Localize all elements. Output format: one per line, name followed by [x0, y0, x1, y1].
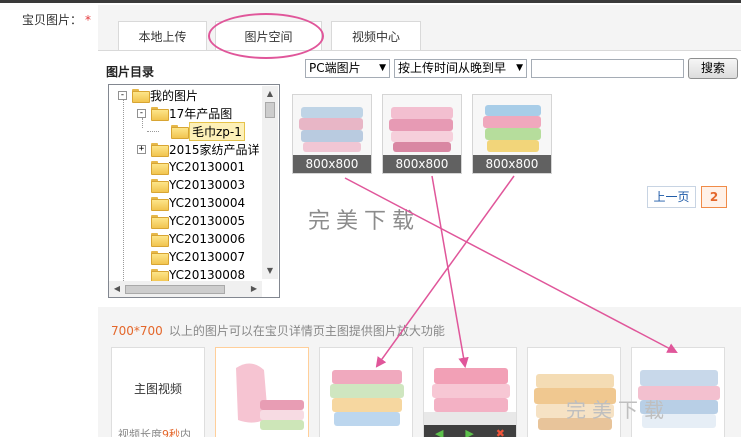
tree-item-2015-home-textile[interactable]: + 2015家纺产品详 — [137, 140, 260, 158]
tree-guide-line — [147, 131, 159, 132]
sort-select[interactable]: 按上传时间从晚到早 ▼ — [394, 59, 527, 78]
required-mark: * — [85, 13, 92, 27]
search-button[interactable]: 搜索 — [688, 58, 738, 79]
tree-vertical-scrollbar[interactable]: ▲ ▼ — [262, 86, 278, 279]
tree-item-label: 我的图片 — [150, 88, 199, 103]
tree-item-label: 毛巾zp-1 — [189, 121, 245, 141]
tree-item-17-products[interactable]: - 17年产品图 — [137, 104, 232, 122]
folder-icon — [151, 197, 169, 211]
highlight-ellipse — [208, 13, 324, 59]
collapse-icon[interactable]: - — [137, 108, 146, 118]
image-size-caption: 800x800 — [293, 155, 371, 173]
field-label: 宝贝图片： * — [22, 11, 91, 28]
towel-image — [330, 370, 404, 426]
scroll-down-icon[interactable]: ▼ — [262, 263, 278, 279]
search-input[interactable] — [531, 59, 684, 78]
top-border — [0, 0, 741, 3]
folder-icon — [171, 125, 189, 139]
main-image-slot[interactable] — [319, 347, 413, 437]
watermark-text: 完美下载 — [566, 398, 670, 422]
tree-item-yc20130007[interactable]: YC20130007 — [151, 248, 245, 266]
folder-icon — [151, 269, 169, 283]
main-image-slot[interactable] — [215, 347, 309, 437]
scroll-right-icon[interactable]: ▶ — [246, 281, 262, 297]
watermark-text: 完美下载 — [308, 209, 421, 234]
folder-icon — [151, 251, 169, 265]
tree-item-yc20130005[interactable]: YC20130005 — [151, 212, 245, 230]
sort-select-value: 按上传时间从晚到早 — [398, 61, 507, 75]
image-thumbnail[interactable]: 800x800 — [292, 94, 372, 174]
zoom-tip: 700*700 以上的图片可以在宝贝详情页主图提供图片放大功能 — [111, 322, 445, 339]
chevron-down-icon: ▼ — [516, 63, 523, 73]
scroll-up-icon[interactable]: ▲ — [262, 86, 278, 102]
source-select-value: PC端图片 — [309, 61, 361, 75]
tip-size: 700*700 — [111, 324, 163, 338]
folder-icon — [151, 215, 169, 229]
image-size-caption: 800x800 — [383, 155, 461, 173]
collapse-icon[interactable]: - — [118, 90, 127, 100]
expand-icon[interactable]: + — [137, 144, 146, 154]
main-image-slot[interactable] — [527, 347, 621, 437]
main-video-slot[interactable]: 主图视频 视频长度9秒内 — [111, 347, 205, 437]
folder-icon — [151, 233, 169, 247]
tab-video-center-label: 视频中心 — [351, 30, 400, 44]
towel-image — [424, 368, 516, 427]
tree-item-label: 17年产品图 — [169, 106, 233, 121]
image-slot-actions: ◀ ▶ ✖ — [424, 425, 516, 437]
tree-item-yc20130003[interactable]: YC20130003 — [151, 176, 245, 194]
image-thumbnail[interactable]: 800x800 — [382, 94, 462, 174]
tree-item-my-images[interactable]: - 我的图片 — [118, 86, 198, 104]
tree-item-label: YC20130004 — [169, 196, 246, 210]
image-thumbnail[interactable]: 800x800 — [472, 94, 552, 174]
tip-text: 以上的图片可以在宝贝详情页主图提供图片放大功能 — [168, 324, 445, 338]
current-page-number[interactable]: 2 — [701, 186, 727, 208]
tab-video-center[interactable]: 视频中心 — [331, 21, 421, 51]
move-right-icon[interactable]: ▶ — [465, 427, 473, 437]
tree-item-label: YC20130006 — [169, 232, 246, 246]
folder-icon — [151, 143, 169, 157]
tree-item-yc20130001[interactable]: YC20130001 — [151, 158, 245, 176]
tree-item-label: YC20130008 — [169, 268, 246, 282]
video-desc-suffix: 内 — [180, 428, 191, 437]
scroll-left-icon[interactable]: ◀ — [109, 281, 125, 297]
video-desc-prefix: 视频长度 — [118, 428, 162, 437]
tree-item-label: 2015家纺产品详 — [169, 142, 260, 157]
delete-icon[interactable]: ✖ — [496, 427, 505, 437]
tree-item-label: YC20130007 — [169, 250, 246, 264]
directory-tree: - 我的图片 - 17年产品图 毛巾zp-1 + 2015家纺产品详 YC201… — [108, 84, 280, 298]
prev-page-button[interactable]: 上一页 — [647, 186, 696, 208]
main-image-slot[interactable]: ◀ ▶ ✖ — [423, 347, 517, 437]
tree-guide-line — [123, 100, 124, 285]
chevron-down-icon: ▼ — [379, 63, 386, 73]
tree-horizontal-scrollbar[interactable]: ◀ ▶ — [109, 281, 262, 297]
move-left-icon[interactable]: ◀ — [435, 427, 443, 437]
towel-image — [534, 374, 616, 430]
folder-icon — [132, 89, 150, 103]
tree-item-label: YC20130003 — [169, 178, 246, 192]
tree-item-label: YC20130001 — [169, 160, 246, 174]
directory-title: 图片目录 — [106, 65, 155, 79]
main-video-title: 主图视频 — [133, 382, 182, 396]
field-label-text: 宝贝图片： — [22, 13, 83, 27]
main-image-slot[interactable] — [631, 347, 725, 437]
source-select[interactable]: PC端图片 ▼ — [305, 59, 390, 78]
tab-local-upload[interactable]: 本地上传 — [118, 21, 207, 51]
main-video-desc: 视频长度9秒内 — [118, 426, 191, 437]
tree-item-label: YC20130005 — [169, 214, 246, 228]
folder-icon — [151, 107, 169, 121]
scroll-thumb[interactable] — [265, 102, 275, 118]
tab-local-upload-label: 本地上传 — [138, 30, 187, 44]
towel-image — [236, 363, 304, 430]
folder-icon — [151, 179, 169, 193]
tree-item-yc20130004[interactable]: YC20130004 — [151, 194, 245, 212]
folder-icon — [151, 161, 169, 175]
towel-image — [638, 370, 720, 428]
scroll-thumb[interactable] — [125, 285, 225, 294]
image-size-caption: 800x800 — [473, 155, 551, 173]
tree-item-yc20130006[interactable]: YC20130006 — [151, 230, 245, 248]
video-desc-num: 9秒 — [162, 428, 180, 437]
tree-item-towel-zp1[interactable]: 毛巾zp-1 — [171, 121, 245, 141]
